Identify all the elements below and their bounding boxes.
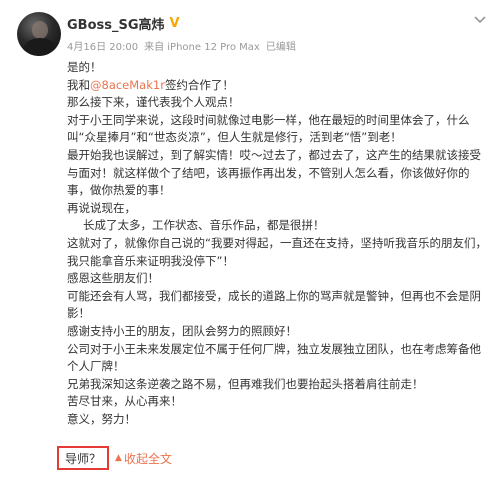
chevron-down-icon[interactable]: [472, 14, 488, 26]
header-name-row: GBoss_SG高炜 V: [67, 14, 180, 33]
content-line: 意义，努力！: [67, 411, 136, 426]
weibo-post: GBoss_SG高炜 V 4月16日 20:00 来自 iPhone 12 Pr…: [0, 0, 504, 500]
content-line: 是的！: [67, 60, 102, 74]
content-line: 可能还会有人骂，我们都接受，成长的道路上你的骂声就是警钟，但再也不会是阴影！: [67, 288, 481, 321]
content-line: 这就对了，就像你自己说的“我要对得起，一直还在支持，坚持听我音乐的朋友们，我只能…: [67, 235, 487, 268]
mention-link[interactable]: @8aceMak1r: [90, 78, 165, 92]
post-content: 是的！ 我和@8aceMak1r签约合作了！ 那么接下来，谨代表我个人观点！ 对…: [67, 59, 487, 428]
content-line: 那么接下来，谨代表我个人观点！: [67, 95, 240, 110]
highlight-box: 导师？: [57, 446, 110, 470]
collapse-text-button[interactable]: ▲ 收起全文: [115, 450, 172, 467]
content-line: 再说说现在，: [67, 200, 136, 215]
post-date[interactable]: 4月16日 20:00: [67, 38, 138, 53]
content-line: 苦尽甘来，从心再来！: [67, 394, 182, 409]
username[interactable]: GBoss_SG高炜: [67, 14, 165, 33]
content-line: 公司对于小王未来发展定位不属于任何厂牌，独立发展独立团队，也在考虑筹备他个人厂牌…: [67, 341, 481, 374]
collapse-label: 收起全文: [123, 451, 172, 466]
edited-label[interactable]: 已编辑: [266, 38, 296, 53]
user-avatar[interactable]: [17, 12, 61, 56]
content-line-mention: 我和@8aceMak1r签约合作了！: [67, 77, 487, 95]
content-line: 感谢支持小王的朋友，团队会努力的照顾好！: [67, 323, 297, 338]
content-line: 兄弟我深知这条逆袭之路不易，但再难我们也要抬起头搭着肩往前走！: [67, 376, 424, 391]
post-source: 来自 iPhone 12 Pro Max: [144, 42, 260, 53]
verified-badge-icon: V: [169, 15, 180, 31]
post-meta: 4月16日 20:00 来自 iPhone 12 Pro Max 已编辑: [67, 38, 296, 53]
content-suffix: 签约合作了！: [164, 77, 234, 92]
content-prefix: 我和: [67, 77, 90, 92]
avatar-body: [23, 38, 57, 56]
content-line: 最开始我也误解过，到了解实情！哎～过去了，都过去了，这产生的结果就该接受与面对！…: [67, 147, 481, 198]
avatar-face: [32, 21, 48, 39]
post-footer: 导师？ ▲ 收起全文: [57, 445, 172, 471]
mentor-label: 导师？: [65, 451, 102, 466]
up-caret-icon: ▲: [115, 453, 122, 463]
content-line: 感恩这些朋友们！: [67, 271, 159, 286]
content-line: 长成了太多，工作状态、音乐作品，都是很拼！: [83, 218, 325, 233]
content-line: 对于小王同学来说，这段时间就像过电影一样，他在最短的时间里体会了，什么叫“众星捧…: [67, 112, 470, 145]
